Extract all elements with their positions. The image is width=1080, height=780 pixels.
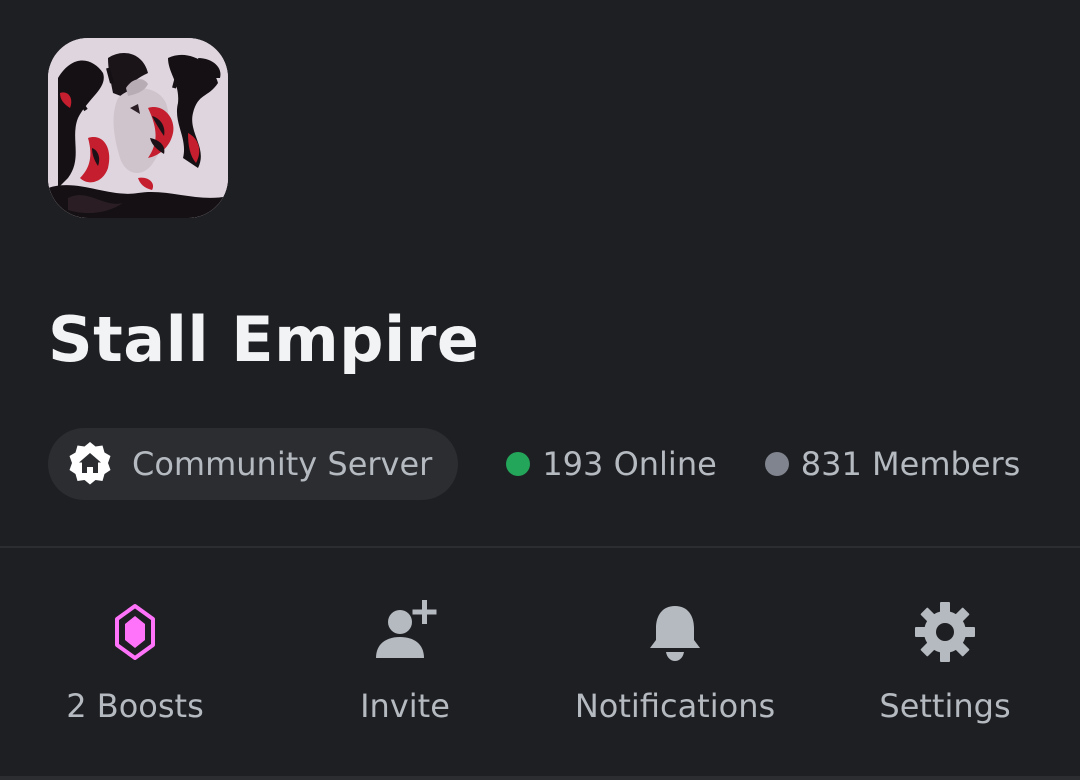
server-avatar-art [48, 38, 228, 218]
community-server-label: Community Server [132, 445, 433, 483]
notifications-button[interactable]: Notifications [540, 592, 810, 728]
members-stat: 831 Members [764, 445, 1021, 483]
server-avatar[interactable] [48, 38, 228, 218]
server-header-panel: Stall Empire Community Server 193 Online… [0, 0, 1080, 780]
members-status-dot [764, 452, 789, 476]
online-status-dot [506, 452, 531, 476]
bell-icon [635, 592, 715, 672]
boosts-label: 2 Boosts [66, 687, 204, 725]
server-info-row: Community Server 193 Online 831 Members [48, 428, 1020, 500]
server-name: Stall Empire [48, 303, 480, 376]
notifications-label: Notifications [574, 687, 776, 725]
boost-gem-icon [95, 592, 175, 672]
invite-button[interactable]: Invite [270, 592, 540, 728]
boosts-button[interactable]: 2 Boosts [0, 592, 270, 728]
add-user-icon [365, 592, 445, 672]
online-count: 193 Online [542, 445, 717, 483]
online-stat: 193 Online [506, 445, 717, 483]
community-server-pill[interactable]: Community Server [48, 428, 459, 500]
members-count: 831 Members [800, 445, 1021, 483]
settings-button[interactable]: Settings [810, 592, 1080, 728]
community-badge-icon [69, 442, 111, 485]
gear-icon [905, 592, 985, 672]
server-actions-bar: 2 Boosts Invite Notifications Settings [0, 548, 1080, 780]
settings-label: Settings [879, 687, 1011, 725]
invite-label: Invite [360, 687, 450, 725]
bottom-edge [0, 776, 1080, 780]
